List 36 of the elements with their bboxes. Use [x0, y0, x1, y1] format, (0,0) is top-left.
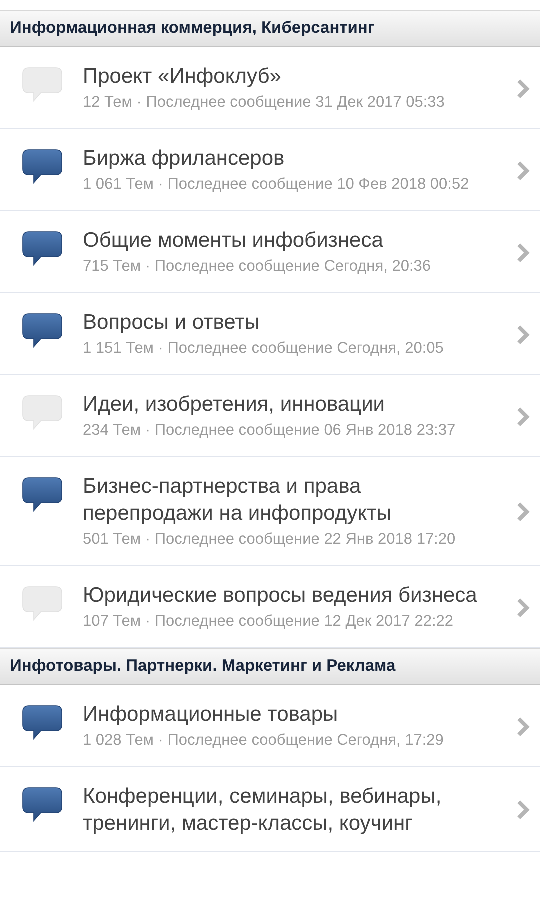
chevron-icon: [516, 799, 530, 821]
forum-meta: 107 Тем · Последнее сообщение 12 Дек 2017 22:22: [83, 612, 455, 632]
forum-row[interactable]: Проект «Инфоклуб» 12 Тем · Последнее сообщение 31 Дек 2017 05:33: [0, 47, 540, 129]
forum-meta: 1 061 Тем · Последнее сообщение 10 Фев 2018 00:52: [83, 175, 470, 195]
forum-meta: 1 151 Тем · Последнее сообщение Сегодня, 20:05: [83, 339, 445, 359]
forum-meta: 12 Тем · Последнее сообщение 31 Дек 2017 05:33: [83, 93, 446, 113]
chevron-icon: [516, 596, 530, 618]
forum-title: Биржа фрилансеров: [83, 146, 286, 172]
chevron-icon: [516, 406, 530, 428]
forum-meta: 234 Тем · Последнее сообщение 06 Янв 2018 23:37: [83, 421, 457, 441]
forum-title: Бизнес-партнерства и права перепродажи на инфопродукты: [83, 474, 393, 527]
chevron-icon: [516, 160, 530, 182]
forum-title: Проект «Инфоклуб»: [83, 64, 282, 90]
forum-title: Юридические вопросы ведения бизнеса: [83, 583, 478, 609]
forum-row[interactable]: Биржа фрилансеров 1 061 Тем · Последнее сообщение 10 Фев 2018 00:52: [0, 129, 540, 211]
chevron-icon: [516, 716, 530, 738]
forum-meta: 715 Тем · Последнее сообщение Сегодня, 20:36: [83, 257, 432, 277]
forum-row[interactable]: Вопросы и ответы 1 151 Тем · Последнее сообщение Сегодня, 20:05: [0, 293, 540, 375]
forum-meta: 1 028 Тем · Последнее сообщение Сегодня, 17:29: [83, 731, 445, 751]
forum-title: Информационные товары: [83, 702, 340, 728]
forum-row[interactable]: Общие моменты инфобизнеса 715 Тем · Последнее сообщение Сегодня, 20:36: [0, 211, 540, 293]
section-header: Информационная коммерция, Киберсантинг: [0, 10, 540, 47]
chevron-icon: [516, 324, 530, 346]
chevron-icon: [516, 501, 530, 523]
forum-title: Идеи, изобретения, инновации: [83, 392, 386, 418]
forum-row[interactable]: Информационные товары 1 028 Тем · Последнее сообщение Сегодня, 17:29: [0, 685, 540, 767]
chevron-icon: [516, 242, 530, 264]
forum-row[interactable]: Конференции, семинары, вебинары, тренинги, мастер-классы, коучинг: [0, 767, 540, 852]
forum-title: Вопросы и ответы: [83, 310, 261, 336]
section-header: Инфотовары. Партнерки. Маркетинг и Реклама: [0, 648, 540, 685]
forum-row[interactable]: Бизнес-партнерства и права перепродажи на инфопродукты 501 Тем · Последнее сообщение 22 Янв 2018 17:20: [0, 457, 540, 566]
forum-title: Общие моменты инфобизнеса: [83, 228, 384, 254]
forum-meta: 501 Тем · Последнее сообщение 22 Янв 2018 17:20: [83, 530, 457, 550]
forum-title: Конференции, семинары, вебинары, тренинги, мастер-классы, коучинг: [83, 784, 443, 837]
forum-row[interactable]: Идеи, изобретения, инновации 234 Тем · Последнее сообщение 06 Янв 2018 23:37: [0, 375, 540, 457]
chevron-icon: [516, 78, 530, 100]
